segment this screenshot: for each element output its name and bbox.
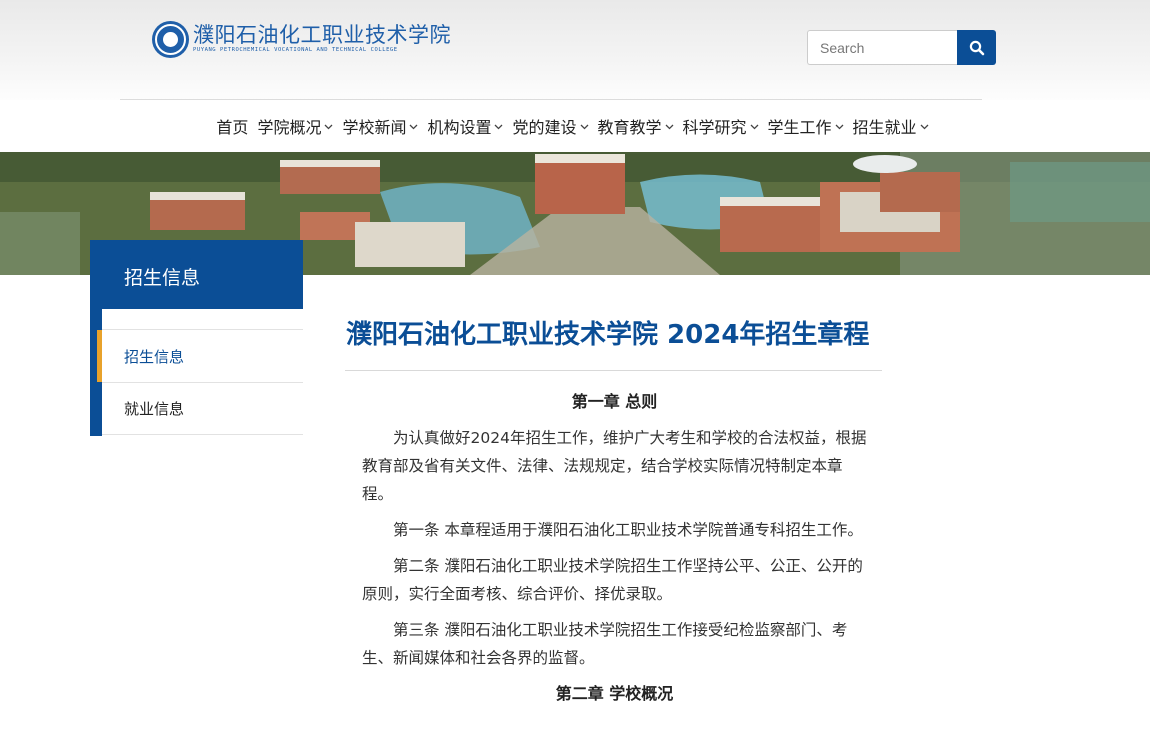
search-button[interactable] bbox=[957, 30, 996, 65]
chevron-down-icon bbox=[665, 124, 673, 130]
logo-chinese-name: 濮阳石油化工职业技术学院 bbox=[193, 23, 451, 48]
nav-item-students[interactable]: 学生工作 bbox=[768, 114, 844, 138]
article-body: 第一章 总则 为认真做好2024年招生工作，维护广大考生和学校的合法权益，根据教… bbox=[362, 388, 867, 716]
article-paragraph: 第二条 濮阳石油化工职业技术学院招生工作坚持公平、公正、公开的原则，实行全面考核… bbox=[362, 557, 863, 603]
article-divider bbox=[345, 370, 882, 371]
chevron-down-icon bbox=[410, 124, 418, 130]
main-nav: 首页 学院概况 学校新闻 机构设置 党的建设 教育教学 科学研究 学生工作 招生… bbox=[0, 100, 1150, 152]
search-box bbox=[807, 30, 996, 65]
nav-item-departments[interactable]: 机构设置 bbox=[427, 114, 503, 138]
sidebar-item-admissions-info[interactable]: 招生信息 bbox=[97, 329, 303, 382]
chapter-heading: 第二章 学校概况 bbox=[555, 684, 674, 703]
chapter-heading: 第一章 总则 bbox=[571, 392, 658, 411]
nav-item-label: 招生就业 bbox=[852, 118, 917, 137]
chevron-down-icon bbox=[324, 124, 333, 130]
nav-item-about[interactable]: 学院概况 bbox=[257, 114, 333, 138]
search-icon bbox=[969, 40, 984, 55]
sidebar-menu: 招生信息 就业信息 bbox=[97, 329, 303, 435]
site-header: 濮阳石油化工职业技术学院 PUYANG PETROCHEMICAL VOCATI… bbox=[0, 0, 1150, 100]
chevron-down-icon bbox=[920, 124, 929, 130]
search-input[interactable] bbox=[807, 30, 957, 65]
nav-item-party[interactable]: 党的建设 bbox=[512, 114, 588, 138]
nav-item-label: 学校新闻 bbox=[342, 118, 407, 137]
college-logo[interactable]: 濮阳石油化工职业技术学院 PUYANG PETROCHEMICAL VOCATI… bbox=[152, 21, 451, 58]
nav-item-research[interactable]: 科学研究 bbox=[683, 114, 759, 138]
nav-item-label: 教育教学 bbox=[597, 118, 662, 137]
nav-item-admissions[interactable]: 招生就业 bbox=[853, 114, 929, 138]
nav-item-news[interactable]: 学校新闻 bbox=[342, 114, 418, 138]
chevron-down-icon bbox=[495, 124, 503, 130]
article-paragraph: 第一条 本章程适用于濮阳石油化工职业技术学院普通专科招生工作。 bbox=[393, 521, 863, 539]
chevron-down-icon bbox=[835, 124, 844, 130]
nav-item-home[interactable]: 首页 bbox=[216, 114, 248, 138]
nav-item-label: 学生工作 bbox=[767, 118, 832, 137]
sidebar-item-label: 就业信息 bbox=[124, 400, 185, 418]
sidebar-item-label: 招生信息 bbox=[124, 347, 185, 366]
article-title: 濮阳石油化工职业技术学院 2024年招生章程 bbox=[346, 320, 870, 350]
logo-english-name: PUYANG PETROCHEMICAL VOCATIONAL AND TECH… bbox=[193, 47, 398, 54]
chevron-down-icon bbox=[750, 124, 758, 130]
nav-item-label: 首页 bbox=[216, 118, 249, 137]
nav-item-label: 学院概况 bbox=[257, 118, 322, 137]
nav-item-teaching[interactable]: 教育教学 bbox=[598, 114, 674, 138]
nav-item-label: 科学研究 bbox=[682, 118, 747, 137]
chevron-down-icon bbox=[580, 124, 588, 130]
article-paragraph: 为认真做好2024年招生工作，维护广大考生和学校的合法权益，根据教育部及省有关文… bbox=[362, 429, 867, 503]
article-paragraph: 第三条 濮阳石油化工职业技术学院招生工作接受纪检监察部门、考生、新闻媒体和社会各… bbox=[362, 621, 848, 667]
logo-text: 濮阳石油化工职业技术学院 PUYANG PETROCHEMICAL VOCATI… bbox=[193, 25, 451, 54]
nav-item-label: 党的建设 bbox=[512, 118, 577, 137]
sidebar-item-employment-info[interactable]: 就业信息 bbox=[102, 382, 303, 435]
sidebar-title: 招生信息 bbox=[90, 240, 303, 309]
nav-item-label: 机构设置 bbox=[427, 118, 492, 137]
college-emblem-icon bbox=[152, 21, 189, 58]
